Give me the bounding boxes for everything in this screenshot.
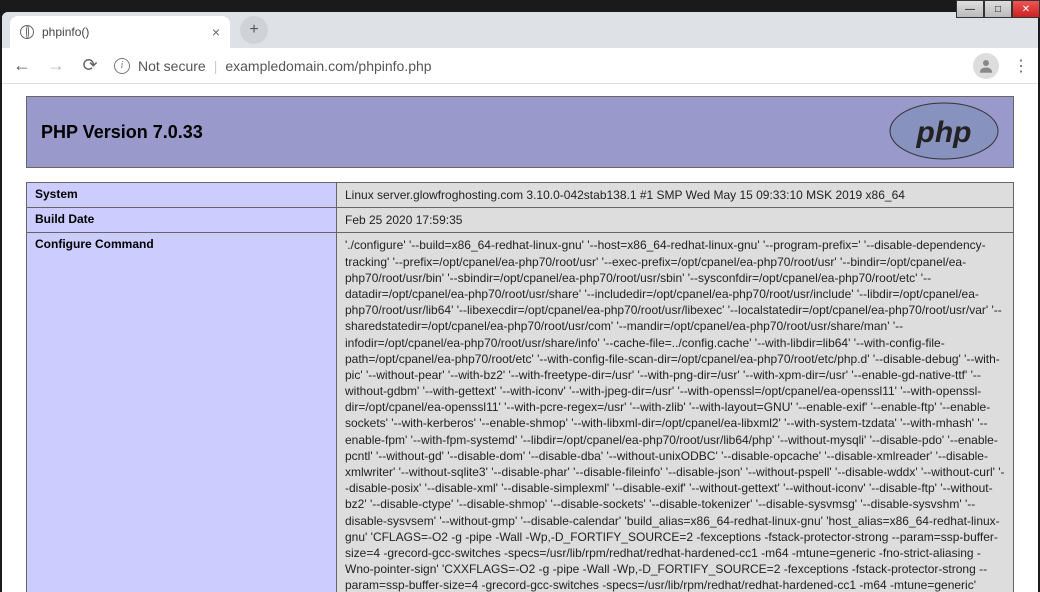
forward-button[interactable]: → (46, 55, 66, 76)
svg-text:php: php (916, 116, 972, 149)
menu-icon[interactable]: ⋮ (1013, 56, 1028, 76)
back-button[interactable]: ← (12, 55, 32, 76)
table-row: Build DateFeb 25 2020 17:59:35 (27, 208, 1014, 233)
tab-close-icon[interactable]: × (212, 24, 220, 40)
phpinfo-table: SystemLinux server.glowfroghosting.com 3… (26, 182, 1014, 592)
php-version-title: PHP Version 7.0.33 (41, 122, 203, 143)
table-row: Configure Command'./configure' '--build=… (27, 233, 1014, 592)
close-window-button[interactable]: ✕ (1012, 0, 1040, 18)
reload-button[interactable]: ⟳ (80, 55, 100, 76)
row-key: System (27, 183, 337, 208)
browser-window: phpinfo() × + ← → ⟳ i Not secure | examp… (2, 12, 1038, 592)
table-row: SystemLinux server.glowfroghosting.com 3… (27, 183, 1014, 208)
row-value: Feb 25 2020 17:59:35 (337, 208, 1014, 233)
url-text: exampledomain.com/phpinfo.php (225, 58, 431, 74)
browser-tab[interactable]: phpinfo() × (10, 16, 230, 48)
profile-icon[interactable] (973, 53, 999, 79)
info-icon[interactable]: i (114, 58, 130, 74)
address-bar: ← → ⟳ i Not secure | exampledomain.com/p… (2, 48, 1038, 84)
page-content: PHP Version 7.0.33 php SystemLinux serve… (2, 84, 1038, 592)
row-value: './configure' '--build=x86_64-redhat-lin… (337, 233, 1014, 592)
separator: | (214, 58, 218, 74)
php-logo-icon: php (889, 102, 999, 163)
new-tab-button[interactable]: + (240, 16, 268, 44)
row-key: Build Date (27, 208, 337, 233)
url-field[interactable]: i Not secure | exampledomain.com/phpinfo… (114, 58, 959, 74)
row-key: Configure Command (27, 233, 337, 592)
minimize-button[interactable]: — (956, 0, 984, 18)
php-header: PHP Version 7.0.33 php (26, 96, 1014, 168)
tab-title: phpinfo() (42, 25, 89, 39)
page-viewport[interactable]: PHP Version 7.0.33 php SystemLinux serve… (2, 84, 1038, 592)
maximize-button[interactable]: □ (984, 0, 1012, 18)
tab-bar: phpinfo() × + (2, 12, 1038, 48)
not-secure-label: Not secure (138, 58, 206, 74)
row-value: Linux server.glowfroghosting.com 3.10.0-… (337, 183, 1014, 208)
window-controls: — □ ✕ (956, 0, 1040, 18)
globe-icon (20, 25, 34, 39)
